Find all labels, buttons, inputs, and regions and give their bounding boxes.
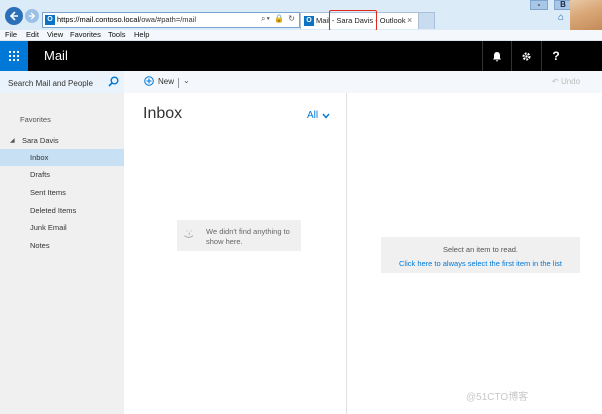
outlook-favicon-icon: O [45,15,55,25]
folder-junk-email[interactable]: Junk Email [0,219,124,236]
lock-icon[interactable]: 🔒 [274,14,285,23]
waffle-icon [9,51,19,61]
chevron-down-icon [322,113,330,119]
empty-list-message: :-) We didn't find anything to show here… [177,220,301,251]
new-tab-button[interactable] [418,12,435,29]
folder-inbox[interactable]: Inbox [0,149,124,166]
menu-file[interactable]: File [5,30,17,40]
folder-title: Inbox [143,105,183,122]
app-title: Mail [44,48,68,63]
reading-pane-placeholder: Select an item to read. Click here to al… [381,237,580,273]
folder-sent-items[interactable]: Sent Items [0,184,124,201]
favorites-heading[interactable]: Favorites [20,115,51,124]
gear-icon [521,51,531,61]
collapse-triangle-icon[interactable]: ◢ [10,137,15,144]
forward-button[interactable] [25,9,39,23]
search-input[interactable]: Search Mail and People [8,79,93,88]
notifications-button[interactable] [482,41,511,71]
filter-label: All [307,110,319,121]
annotation-highlight-box [329,10,377,31]
home-icon[interactable]: ⌂ [558,12,564,23]
menu-view[interactable]: View [47,30,63,40]
settings-button[interactable] [511,41,540,71]
folder-label: Inbox [30,153,49,162]
address-tools[interactable]: ⌕▾ 🔒 ↻ [261,14,296,24]
always-select-first-link[interactable]: Click here to always select the first it… [381,259,580,268]
address-url[interactable]: https://mail.contoso.local/owa/#path=/ma… [57,15,196,24]
new-dropdown-chevron-icon[interactable]: ⌄ [183,76,190,85]
undo-button[interactable]: ↶ Undo [552,77,580,86]
folder-label: Notes [30,241,50,250]
back-arrow-icon [9,11,18,21]
folder-label: Drafts [30,170,51,179]
menu-edit[interactable]: Edit [26,30,39,40]
filter-dropdown[interactable]: All [307,110,330,121]
command-bar [124,71,602,93]
reading-pane-message: Select an item to read. [442,245,519,254]
app-header: Mail ? [0,41,602,71]
account-name[interactable]: Sara Davis [22,136,59,145]
menu-help[interactable]: Help [134,30,149,40]
menu-favorites[interactable]: Favorites [70,30,101,40]
folder-drafts[interactable]: Drafts [0,166,124,183]
folder-label: Junk Email [30,223,67,232]
address-bar[interactable]: O https://mail.contoso.local/owa/#path=/… [42,12,300,28]
back-button[interactable] [5,7,23,25]
outlook-tab-icon: O [304,16,314,26]
minimize-button[interactable]: - [530,0,548,10]
undo-icon: ↶ [552,77,559,86]
app-launcher-button[interactable] [0,41,28,71]
folder-notes[interactable]: Notes [0,237,124,254]
tab-close-icon[interactable]: × [407,15,412,25]
forward-arrow-icon [28,12,36,20]
folder-deleted-items[interactable]: Deleted Items [0,202,124,219]
new-label: New [158,76,175,86]
search-dropdown-icon[interactable]: ⌕▾ [261,14,271,23]
menu-tools[interactable]: Tools [108,30,126,40]
empty-text: We didn't find anything to show here. [206,227,290,246]
search-icon[interactable] [108,76,119,89]
refresh-icon[interactable]: ↻ [288,14,296,23]
help-icon: ? [552,49,560,63]
bell-icon [493,51,501,61]
folder-label: Deleted Items [30,206,77,215]
divider [178,78,179,88]
avatar[interactable] [570,0,602,30]
message-list-pane [124,93,347,414]
watermark: @51CTO博客 [466,392,529,403]
folder-label: Sent Items [30,188,66,197]
search-box[interactable]: Search Mail and People [0,71,124,93]
smiley-icon: :-) [184,229,195,239]
plus-circle-icon [144,76,154,86]
help-button[interactable]: ? [541,41,570,71]
new-message-button[interactable]: New [144,76,174,86]
undo-label: Undo [560,77,581,86]
